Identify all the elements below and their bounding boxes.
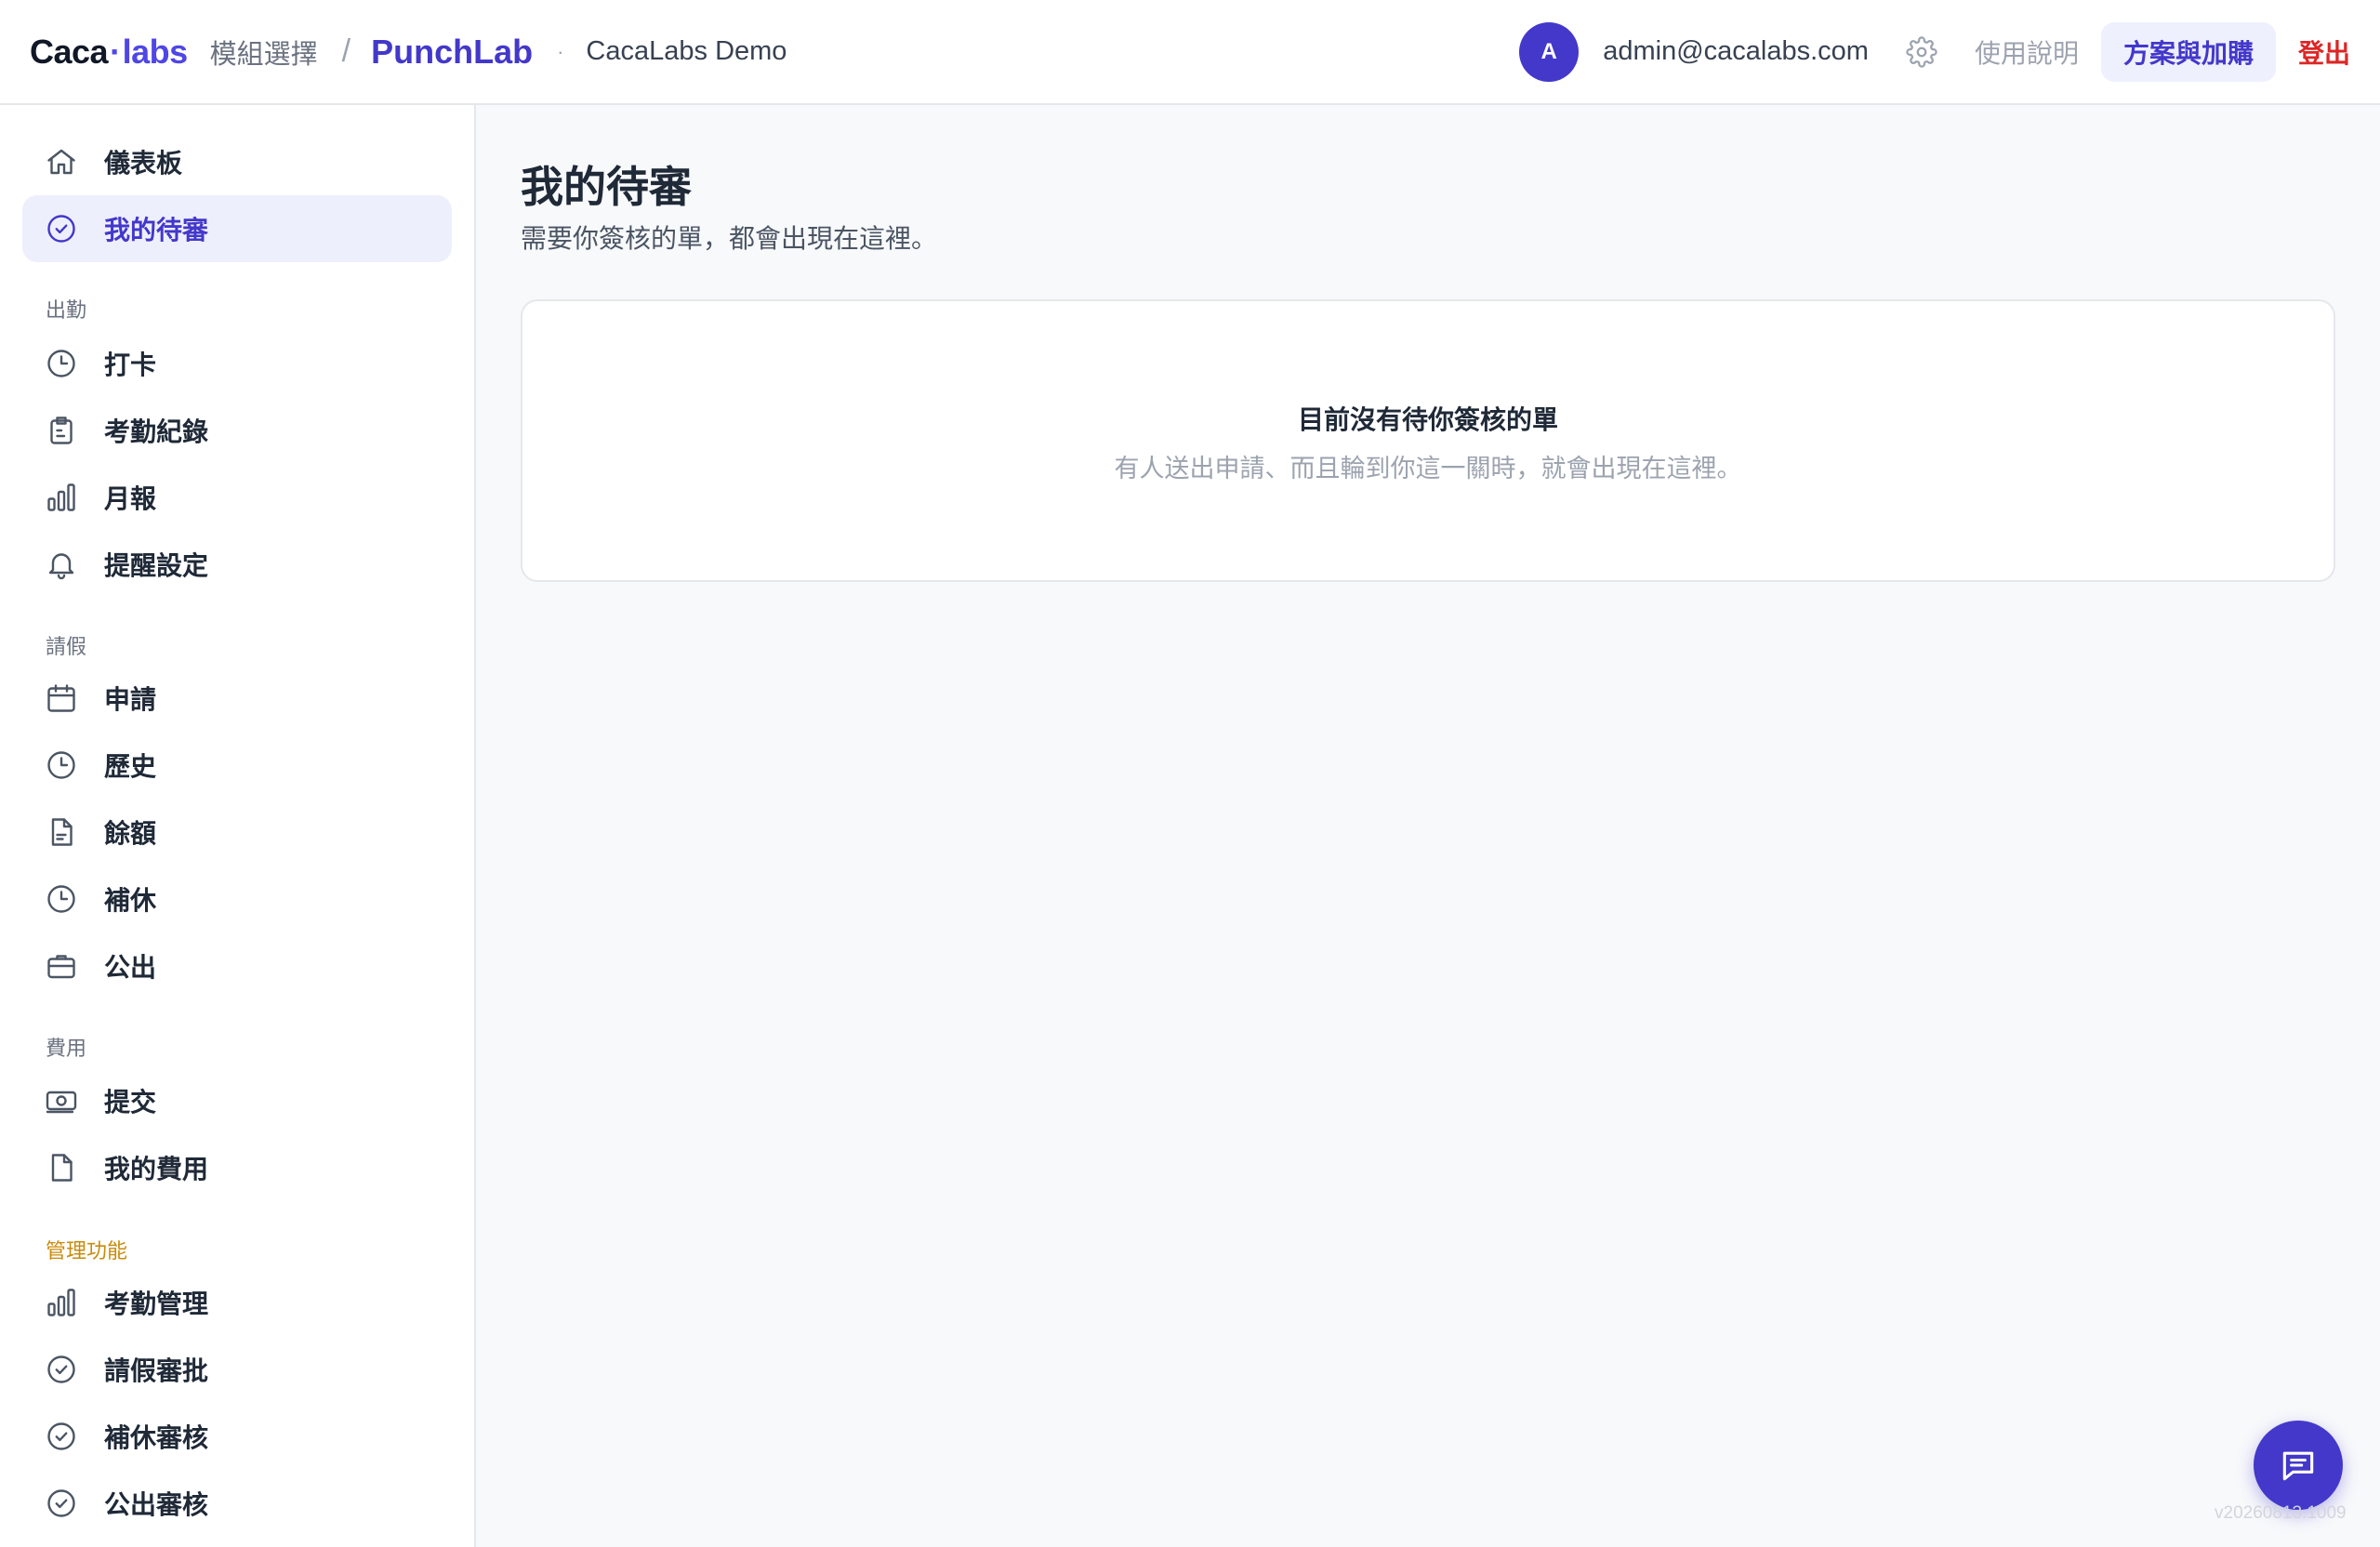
breadcrumb-separator: / <box>341 33 351 69</box>
sidebar-item-leave-history[interactable]: 歷史 <box>22 732 452 799</box>
org-name: CacaLabs Demo <box>586 36 787 66</box>
sidebar-item-label: 我的待審 <box>104 216 209 245</box>
bar-chart-icon <box>45 481 78 514</box>
sidebar-item-leave-approval[interactable]: 請假審批 <box>22 1336 452 1403</box>
sidebar-item-punch[interactable]: 打卡 <box>22 330 452 397</box>
top-bar: Caca · labs 模組選擇 / PunchLab · CacaLabs Dem… <box>0 0 2380 105</box>
check-circle-icon <box>45 1353 78 1386</box>
gear-icon[interactable] <box>1904 34 1939 70</box>
sidebar-item-label: 月報 <box>104 484 157 513</box>
sidebar-item-my-expenses[interactable]: 我的費用 <box>22 1134 452 1201</box>
sidebar-item-leave-balance[interactable]: 餘額 <box>22 799 452 866</box>
sidebar-item-monthly-report[interactable]: 月報 <box>22 464 452 531</box>
brand-main: Caca <box>30 32 109 71</box>
briefcase-icon <box>45 949 78 983</box>
sidebar-item-comp-leave[interactable]: 補休 <box>22 866 452 932</box>
sidebar-item-dashboard[interactable]: 儀表板 <box>22 128 452 195</box>
sidebar-item-label: 歷史 <box>104 752 157 781</box>
breadcrumb-dot: · <box>557 39 564 63</box>
section-label-expense: 費用 <box>46 1037 87 1060</box>
sidebar-item-leave-apply[interactable]: 申請 <box>22 665 452 732</box>
sidebar-item-attendance-management[interactable]: 考勤管理 <box>22 1269 452 1336</box>
brand-dot: · <box>110 32 121 71</box>
clock-icon <box>45 347 78 380</box>
document-icon <box>45 815 78 849</box>
empty-state-description: 有人送出申請、而且輪到你這一關時，就會出現在這裡。 <box>1114 455 1742 483</box>
money-icon <box>45 1084 78 1117</box>
user-email: admin@cacalabs.com <box>1603 36 1869 66</box>
bell-icon <box>45 548 78 581</box>
sidebar-item-label: 公出審核 <box>104 1490 209 1519</box>
sidebar-item-label: 提醒設定 <box>104 551 209 580</box>
section-label-leave: 請假 <box>46 635 87 658</box>
check-circle-icon <box>45 1487 78 1520</box>
top-right-actions: A admin@cacalabs.com 使用說明 方案與加購 登出 <box>1519 0 2350 103</box>
clock-icon <box>45 882 78 916</box>
sidebar-item-label: 考勤紀錄 <box>104 417 209 446</box>
sidebar-item-business-trip-review[interactable]: 公出審核 <box>22 1470 452 1537</box>
sidebar-item-label: 公出 <box>104 953 157 982</box>
brand-labs: labs <box>122 32 189 71</box>
sidebar: 儀表板 我的待審 出勤 打卡 考勤紀錄 月報 提醒設定 請假 申請 歷史 餘額 … <box>0 105 476 1547</box>
clipboard-icon <box>45 414 78 447</box>
file-icon <box>45 1151 78 1184</box>
page-subtitle: 需要你簽核的單，都會出現在這裡。 <box>521 224 938 253</box>
sidebar-item-expense-submit[interactable]: 提交 <box>22 1067 452 1134</box>
sidebar-item-business-trip[interactable]: 公出 <box>22 932 452 999</box>
home-icon <box>45 145 78 178</box>
sidebar-item-label: 補休 <box>104 886 157 915</box>
app-name[interactable]: PunchLab <box>371 33 533 72</box>
section-label-attendance: 出勤 <box>46 298 87 322</box>
avatar[interactable]: A <box>1519 21 1580 82</box>
sidebar-item-attendance-records[interactable]: 考勤紀錄 <box>22 397 452 464</box>
logout-button[interactable]: 登出 <box>2298 33 2350 71</box>
sidebar-item-label: 餘額 <box>104 819 157 848</box>
sidebar-item-my-pending[interactable]: 我的待審 <box>22 195 452 262</box>
sidebar-item-label: 申請 <box>104 685 157 714</box>
main-content: 我的待審 需要你簽核的單，都會出現在這裡。 目前沒有待你簽核的單 有人送出申請、… <box>478 105 2380 1547</box>
chat-button[interactable] <box>2254 1421 2343 1510</box>
sidebar-item-reminder-settings[interactable]: 提醒設定 <box>22 531 452 598</box>
help-link[interactable]: 使用說明 <box>1975 33 2079 71</box>
clock-icon <box>45 748 78 782</box>
calendar-icon <box>45 681 78 715</box>
sidebar-item-label: 提交 <box>104 1088 157 1117</box>
empty-state-card: 目前沒有待你簽核的單 有人送出申請、而且輪到你這一關時，就會出現在這裡。 <box>521 299 2335 582</box>
sidebar-item-label: 打卡 <box>104 350 157 379</box>
module-select-link[interactable]: 模組選擇 <box>210 33 318 72</box>
plan-addon-button[interactable]: 方案與加購 <box>2100 21 2276 82</box>
check-circle-icon <box>45 1420 78 1453</box>
empty-state-title: 目前沒有待你簽核的單 <box>1297 405 1558 434</box>
page-title: 我的待審 <box>521 163 692 211</box>
check-circle-icon <box>45 212 78 245</box>
sidebar-item-label: 考勤管理 <box>104 1289 209 1318</box>
section-label-admin: 管理功能 <box>46 1239 128 1263</box>
brand-logo[interactable]: Caca · labs <box>30 33 188 72</box>
version-label: v20260813.1009 <box>2215 1503 2347 1523</box>
sidebar-item-label: 我的費用 <box>104 1155 209 1183</box>
chat-icon <box>2278 1445 2319 1486</box>
sidebar-item-label: 儀表板 <box>104 149 183 178</box>
bar-chart-icon <box>45 1286 78 1319</box>
sidebar-item-comp-leave-review[interactable]: 補休審核 <box>22 1403 452 1470</box>
sidebar-item-label: 請假審批 <box>104 1356 209 1385</box>
sidebar-item-label: 補休審核 <box>104 1423 209 1452</box>
